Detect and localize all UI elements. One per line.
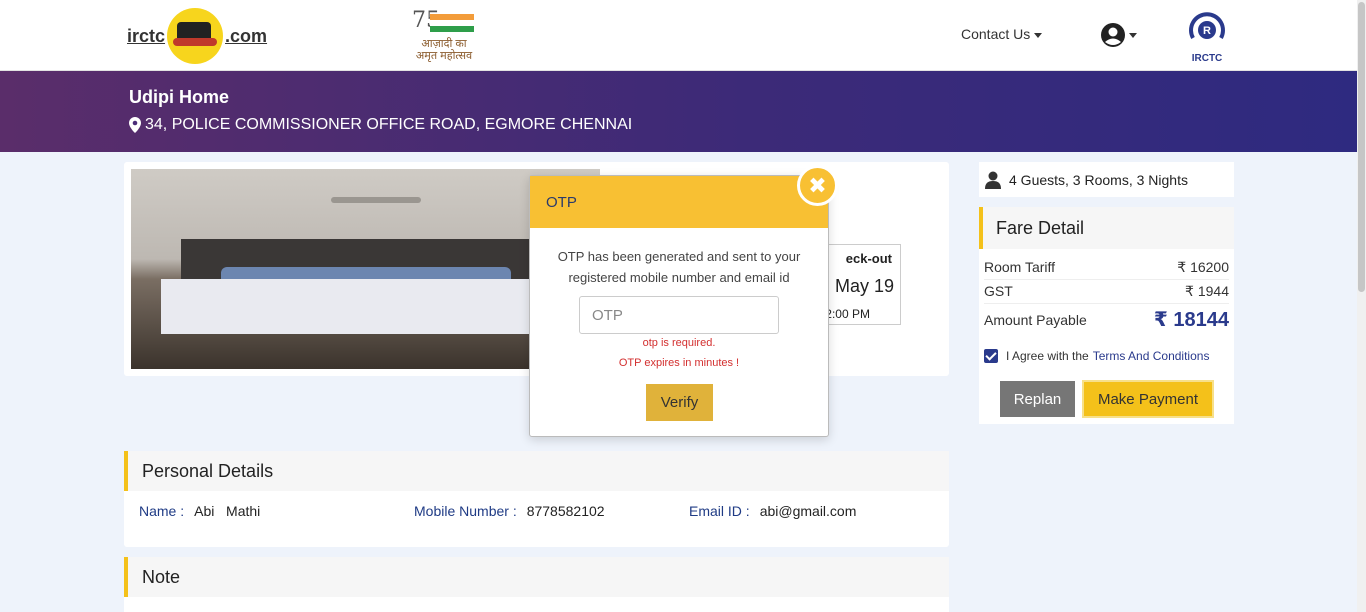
name-label: Name : bbox=[139, 503, 185, 519]
checkout-heading: eck-out bbox=[845, 251, 892, 266]
checkout-time: 2:00 PM bbox=[825, 307, 870, 321]
note-section: Note bbox=[124, 557, 949, 612]
train-logo-icon bbox=[167, 8, 224, 64]
amount-payable-row: Amount Payable ₹ 18144 bbox=[984, 307, 1229, 332]
agree-checkbox[interactable] bbox=[984, 349, 998, 363]
terms-and-conditions-link[interactable]: Terms And Conditions bbox=[1093, 349, 1210, 363]
amount-payable-label: Amount Payable bbox=[984, 311, 1087, 328]
make-payment-button[interactable]: Make Payment bbox=[1082, 380, 1214, 418]
user-icon bbox=[985, 171, 1001, 189]
otp-modal: OTP OTP has been generated and sent to y… bbox=[529, 175, 829, 437]
close-icon: ✖ bbox=[808, 172, 827, 198]
amount-payable-value: ₹ 18144 bbox=[1153, 309, 1229, 331]
scrollbar-thumb[interactable] bbox=[1358, 2, 1365, 292]
otp-input[interactable] bbox=[579, 296, 779, 334]
gst-row: GST ₹ 1944 bbox=[984, 283, 1229, 300]
agree-text: I Agree with the bbox=[1006, 349, 1089, 363]
amrit-hindi-text: आज़ादी का अमृत महोत्सव bbox=[404, 38, 484, 62]
otp-required-error: otp is required. bbox=[642, 337, 716, 349]
gst-label: GST bbox=[984, 283, 1013, 299]
booking-summary: 4 Guests, 3 Rooms, 3 Nights bbox=[979, 162, 1234, 197]
checkout-box: eck-out , May 19 2:00 PM bbox=[818, 244, 901, 325]
name-field: Name : Abi Mathi bbox=[139, 503, 260, 519]
amrit-hindi-line-1: आज़ादी का bbox=[421, 38, 467, 50]
personal-details-title: Personal Details bbox=[124, 451, 949, 491]
name-value: Abi Mathi bbox=[194, 503, 261, 519]
hotel-address-text: 34, POLICE COMMISSIONER OFFICE ROAD, EGM… bbox=[145, 116, 633, 133]
azadi-ka-amrit-mahotsav-logo: 75 आज़ादी का अमृत महोत्सव bbox=[404, 8, 484, 64]
irctc-emblem-icon: R bbox=[1189, 12, 1225, 39]
irctc-tourism-logo[interactable]: irctc .com bbox=[127, 8, 267, 64]
contact-us-dropdown[interactable]: Contact Us bbox=[961, 26, 1043, 42]
tricolor-flag-icon bbox=[430, 14, 474, 32]
room-tariff-label: Room Tariff bbox=[984, 259, 1056, 275]
personal-details-section: Personal Details Name : Abi Mathi Mobile… bbox=[124, 451, 949, 547]
divider bbox=[984, 303, 1229, 304]
otp-modal-title: OTP bbox=[530, 176, 828, 228]
top-navbar: irctc .com 75 आज़ादी का अमृत महोत्सव Con… bbox=[0, 0, 1366, 71]
email-label: Email ID : bbox=[689, 503, 750, 519]
otp-expiry-notice: OTP expires in minutes ! bbox=[618, 357, 740, 369]
hotel-name: Udipi Home bbox=[129, 87, 230, 107]
caret-down-icon bbox=[1034, 32, 1043, 38]
ceiling-fan-shape bbox=[331, 197, 421, 203]
gst-value: ₹ 1944 bbox=[1185, 283, 1229, 299]
mobile-label: Mobile Number : bbox=[414, 503, 517, 519]
room-tariff-value: ₹ 16200 bbox=[1177, 259, 1229, 275]
contact-us-label: Contact Us bbox=[961, 26, 1031, 42]
irctc-logo[interactable]: R IRCTC bbox=[1183, 8, 1231, 64]
checkout-date: , May 19 bbox=[824, 276, 894, 296]
caret-down-icon bbox=[1129, 32, 1137, 38]
email-value: abi@gmail.com bbox=[759, 503, 857, 519]
user-circle-icon bbox=[1101, 23, 1125, 47]
otp-modal-message: OTP has been generated and sent to your … bbox=[557, 249, 801, 285]
fare-detail-card: Fare Detail Room Tariff ₹ 16200 GST ₹ 19… bbox=[979, 207, 1234, 424]
verify-button[interactable]: Verify bbox=[646, 384, 713, 421]
map-marker-icon bbox=[129, 117, 141, 133]
user-account-menu[interactable] bbox=[1100, 22, 1137, 48]
divider bbox=[984, 279, 1229, 280]
close-modal-button[interactable]: ✖ bbox=[797, 165, 838, 206]
terms-agreement: I Agree with the Terms And Conditions bbox=[984, 349, 1209, 363]
hotel-address: 34, POLICE COMMISSIONER OFFICE ROAD, EGM… bbox=[129, 116, 632, 134]
svg-text:R: R bbox=[1203, 25, 1211, 37]
hotel-header-band: Udipi Home 34, POLICE COMMISSIONER OFFIC… bbox=[0, 71, 1366, 152]
note-title: Note bbox=[124, 557, 949, 597]
logo-text-right: .com bbox=[225, 25, 268, 46]
replan-button[interactable]: Replan bbox=[1000, 381, 1075, 417]
bed-shape bbox=[161, 279, 591, 334]
mobile-value: 8778582102 bbox=[526, 503, 605, 519]
irctc-label: IRCTC bbox=[1191, 53, 1223, 64]
page-scrollbar[interactable] bbox=[1357, 0, 1366, 612]
email-field: Email ID : abi@gmail.com bbox=[689, 503, 856, 519]
room-tariff-row: Room Tariff ₹ 16200 bbox=[984, 259, 1229, 276]
logo-text-left: irctc bbox=[127, 25, 166, 46]
amrit-hindi-line-2: अमृत महोत्सव bbox=[415, 50, 473, 62]
fare-detail-title: Fare Detail bbox=[979, 207, 1234, 249]
mobile-field: Mobile Number : 8778582102 bbox=[414, 503, 605, 519]
booking-summary-text: 4 Guests, 3 Rooms, 3 Nights bbox=[1009, 171, 1188, 188]
